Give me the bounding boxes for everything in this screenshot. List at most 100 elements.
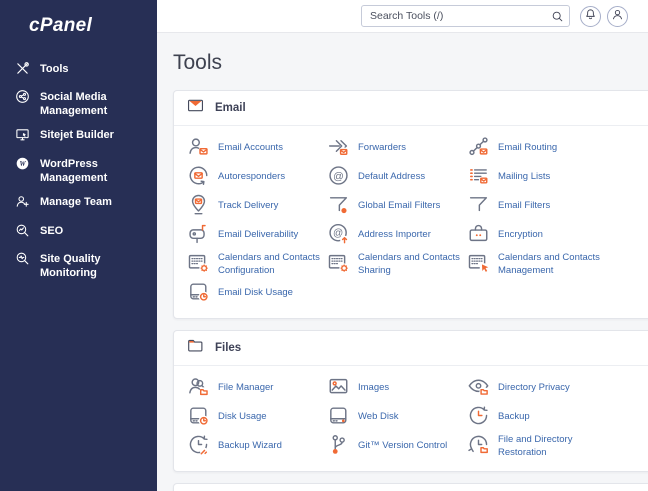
funnel-dot-icon [327, 193, 350, 221]
tool-sections: Email Email Accounts Forwarders Email Routi… [173, 90, 648, 491]
eye-folder-icon [467, 375, 490, 403]
tool-link-default-address[interactable]: @ Default Address [327, 163, 467, 192]
routing-icon [467, 135, 490, 163]
at-circle-icon: @ [327, 164, 350, 192]
tool-link-calendars-and-contacts-sharing[interactable]: Calendars and Contacts Sharing [327, 250, 467, 279]
tool-link-git-version-control[interactable]: Git™ Version Control [327, 432, 467, 461]
mailbox-icon [187, 222, 210, 250]
quality-monitor-icon [15, 251, 30, 270]
tool-label: Encryption [498, 229, 543, 242]
image-icon [327, 375, 350, 403]
clock-folder-icon [467, 433, 490, 461]
tool-grid: Email Accounts Forwarders Email Routing Aut… [174, 126, 648, 318]
tool-label: Git™ Version Control [358, 440, 447, 453]
clock-wand-icon [187, 433, 210, 461]
tool-link-web-disk[interactable]: Web Disk [327, 403, 467, 432]
tool-label: Global Email Filters [358, 200, 440, 213]
monitor-icon [15, 127, 30, 146]
folder-orange-icon [187, 337, 204, 359]
tool-label: Backup Wizard [218, 440, 282, 453]
calendar-gear-icon [187, 251, 210, 279]
wordpress-icon: W [15, 156, 30, 175]
sidebar-item-label: Social Media Management [40, 89, 149, 119]
sidebar-item-tools[interactable]: Tools [15, 56, 149, 84]
tool-label: Images [358, 382, 389, 395]
tool-label: Forwarders [358, 142, 406, 155]
sidebar-item-label: Sitejet Builder [40, 127, 114, 142]
sidebar-item-seo[interactable]: SEO [15, 218, 149, 246]
user-icon [611, 8, 624, 24]
at-import-icon: @ [327, 222, 350, 250]
sidebar-item-manage-team[interactable]: Manage Team [15, 190, 149, 218]
tool-link-email-disk-usage[interactable]: Email Disk Usage [187, 279, 327, 308]
section-card-email: Email Email Accounts Forwarders Email Routi… [173, 90, 648, 319]
share-icon [15, 89, 30, 108]
tool-link-file-manager[interactable]: File Manager [187, 374, 327, 403]
tool-link-calendars-and-contacts-configuration[interactable]: Calendars and Contacts Configuration [187, 250, 327, 279]
tool-link-images[interactable]: Images [327, 374, 467, 403]
tool-link-email-routing[interactable]: Email Routing [467, 134, 607, 163]
disk-clock-icon [187, 280, 210, 308]
autoresponder-icon [187, 164, 210, 192]
tool-link-disk-usage[interactable]: Disk Usage [187, 403, 327, 432]
git-branch-icon [327, 433, 350, 461]
tool-link-backup[interactable]: Backup [467, 403, 607, 432]
tool-link-forwarders[interactable]: Forwarders [327, 134, 467, 163]
tool-link-calendars-and-contacts-management[interactable]: Calendars and Contacts Management [467, 250, 607, 279]
sidebar-item-label: Tools [40, 61, 69, 76]
tool-label: Calendars and Contacts Configuration [218, 252, 321, 278]
tool-link-backup-wizard[interactable]: Backup Wizard [187, 432, 327, 461]
svg-text:W: W [19, 161, 26, 168]
tool-link-track-delivery[interactable]: Track Delivery [187, 192, 327, 221]
bell-icon [584, 8, 597, 24]
tool-label: Backup [498, 411, 530, 424]
tool-link-file-and-directory-restoration[interactable]: File and Directory Restoration [467, 432, 607, 461]
cpanel-logo[interactable]: cPanel [0, 0, 157, 50]
content-column: Tools EmailEmail AccountsForwardersEmail… [157, 0, 648, 491]
tool-label: Web Disk [358, 411, 398, 424]
tool-link-address-importer[interactable]: @ Address Importer [327, 221, 467, 250]
sidebar-item-wordpress-management[interactable]: W WordPress Management [15, 151, 149, 190]
tool-label: Email Disk Usage [218, 287, 293, 300]
user-mail-icon [187, 135, 210, 163]
notifications-button[interactable] [580, 6, 601, 27]
tool-link-autoresponders[interactable]: Autoresponders [187, 163, 327, 192]
sidebar-item-label: WordPress Management [40, 156, 149, 186]
main-content: Tools EmailEmail AccountsForwardersEmail… [157, 33, 648, 491]
tool-link-email-filters[interactable]: Email Filters [467, 192, 607, 221]
sidebar-item-site-quality-monitoring[interactable]: Site Quality Monitoring [15, 246, 149, 285]
section-title: Files [215, 342, 241, 354]
sidebar-item-social-media-management[interactable]: Social Media Management [15, 84, 149, 123]
pin-mail-icon [187, 193, 210, 221]
search-input[interactable] [361, 5, 570, 27]
user-folder-icon [187, 375, 210, 403]
tool-link-directory-privacy[interactable]: Directory Privacy [467, 374, 607, 403]
section-header: Email [174, 91, 648, 126]
tool-link-global-email-filters[interactable]: Global Email Filters [327, 192, 467, 221]
tool-grid: File Manager Images Directory Privacy Disk … [174, 366, 648, 471]
tool-link-mailing-lists[interactable]: Mailing Lists [467, 163, 607, 192]
tool-label: Email Filters [498, 200, 550, 213]
tool-label: Directory Privacy [498, 382, 570, 395]
user-menu-button[interactable] [607, 6, 628, 27]
funnel-icon [467, 193, 490, 221]
team-icon [15, 194, 30, 213]
topbar [157, 0, 648, 33]
tool-link-email-accounts[interactable]: Email Accounts [187, 134, 327, 163]
tool-link-email-deliverability[interactable]: Email Deliverability [187, 221, 327, 250]
calendar-gear-icon [327, 251, 350, 279]
tool-label: Track Delivery [218, 200, 278, 213]
tool-label: Calendars and Contacts Management [498, 252, 601, 278]
search-box [361, 5, 570, 27]
sidebar-item-label: Manage Team [40, 194, 112, 209]
envelope-orange-icon [187, 97, 204, 119]
sidebar-item-sitejet-builder[interactable]: Sitejet Builder [15, 123, 149, 151]
sidebar: cPanel Tools Social Media Management Sitej… [0, 0, 157, 491]
tool-link-encryption[interactable]: Encryption [467, 221, 607, 250]
tool-label: Default Address [358, 171, 425, 184]
clock-restore-icon [467, 404, 490, 432]
tool-label: Calendars and Contacts Sharing [358, 252, 461, 278]
tool-label: Email Deliverability [218, 229, 298, 242]
forward-arrows-icon [327, 135, 350, 163]
tool-label: Address Importer [358, 229, 431, 242]
